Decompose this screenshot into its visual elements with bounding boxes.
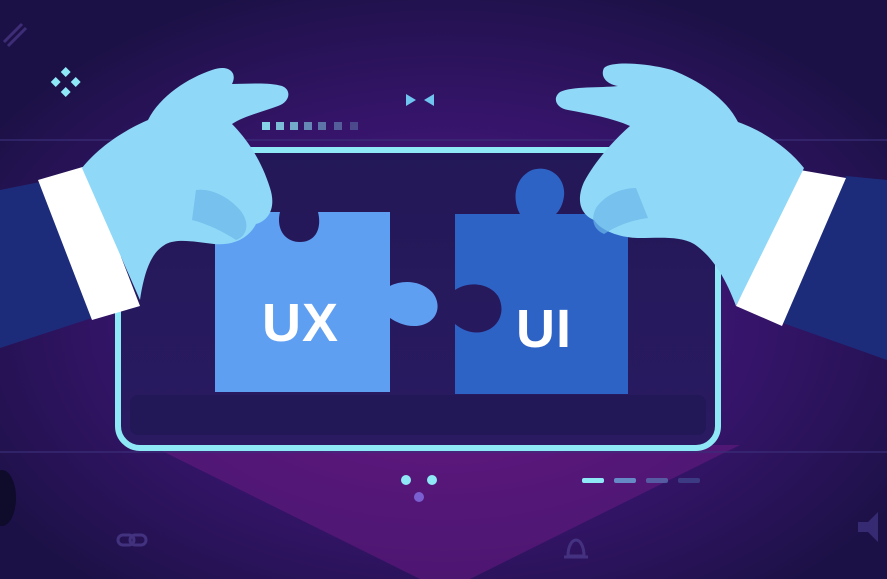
screen-glare xyxy=(130,395,706,435)
illustration-canvas: UX UI xyxy=(0,0,887,579)
scene-svg xyxy=(0,0,887,579)
ui-label: UI xyxy=(516,299,572,359)
ux-label: UX xyxy=(262,293,340,353)
